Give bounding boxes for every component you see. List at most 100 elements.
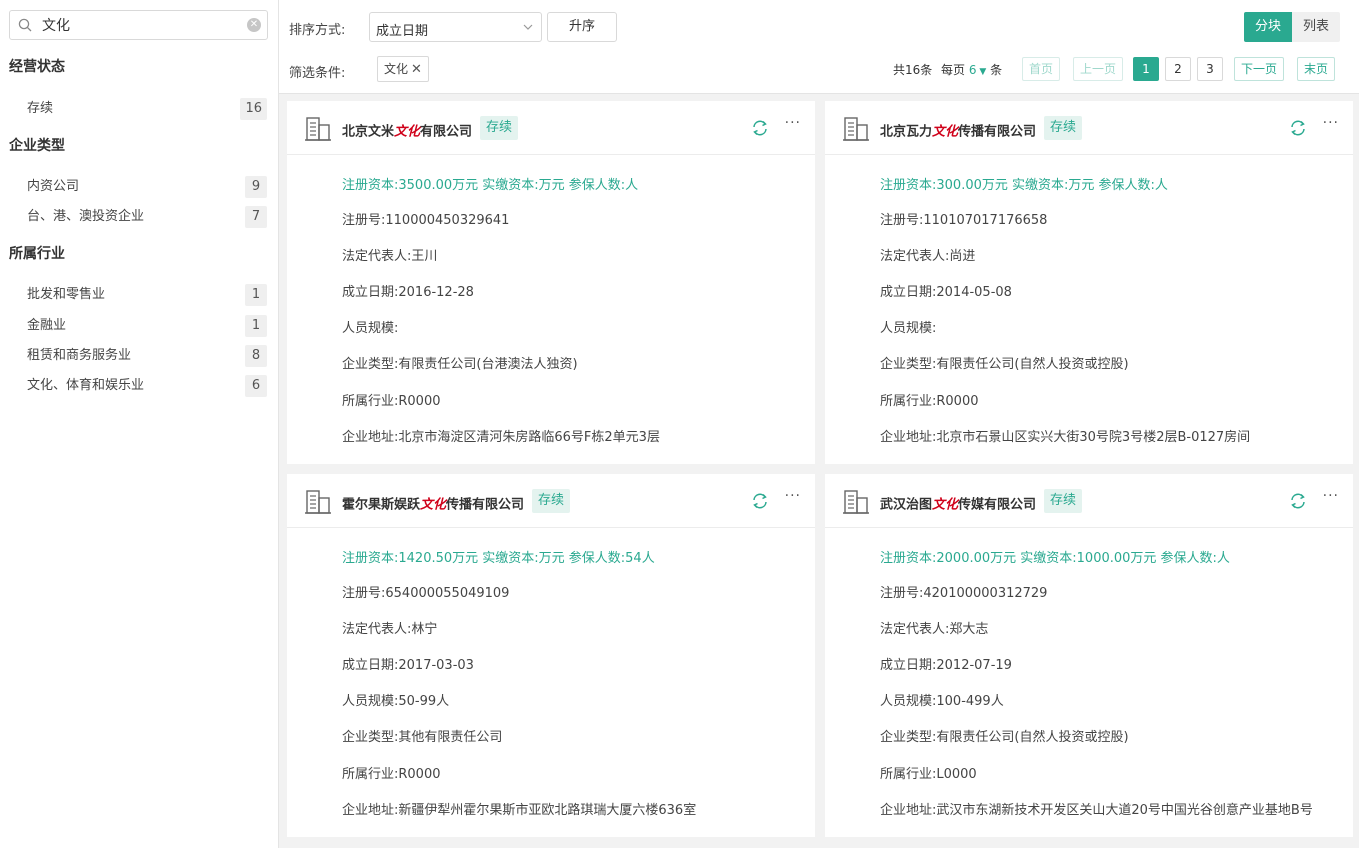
company-type: 企业类型:其他有限责任公司 bbox=[342, 730, 503, 745]
filter-item-wholesale[interactable]: 批发和零售业 1 bbox=[27, 284, 267, 306]
company-name-suffix: 传播有限公司 bbox=[958, 124, 1037, 140]
card-header: 霍尔果斯娱跃文化传播有限公司 存续 ··· bbox=[287, 474, 815, 528]
more-icon[interactable]: ··· bbox=[785, 488, 801, 504]
page-button-1[interactable]: 1 bbox=[1133, 57, 1159, 81]
filter-item-leasing[interactable]: 租赁和商务服务业 8 bbox=[27, 345, 267, 367]
filter-title-industry: 所属行业 bbox=[9, 246, 65, 262]
filter-item-label: 文化、体育和娱乐业 bbox=[27, 378, 145, 393]
filter-item-domestic[interactable]: 内资公司 9 bbox=[27, 176, 267, 198]
company-card[interactable]: 北京文米文化有限公司 存续 ··· 注册资本:3500.00万元 实缴资本:万元 … bbox=[287, 101, 815, 464]
per-page-selector[interactable]: 每页 6 ▼ 条 bbox=[941, 61, 1002, 78]
filter-item-culture[interactable]: 文化、体育和娱乐业 6 bbox=[27, 375, 267, 397]
filter-count-badge: 16 bbox=[240, 98, 267, 120]
filter-item-label: 内资公司 bbox=[27, 179, 80, 194]
filter-count-badge: 7 bbox=[245, 206, 267, 228]
company-name[interactable]: 北京文米文化有限公司 存续 bbox=[342, 116, 519, 144]
company-name[interactable]: 武汉治图文化传媒有限公司 存续 bbox=[880, 489, 1083, 517]
more-icon[interactable]: ··· bbox=[785, 115, 801, 131]
legal-representative: 法定代表人:林宁 bbox=[342, 622, 438, 637]
filter-item-label: 存续 bbox=[27, 101, 54, 116]
filter-item-label: 金融业 bbox=[27, 318, 67, 333]
clear-icon[interactable]: ✕ bbox=[247, 18, 261, 32]
company-name[interactable]: 霍尔果斯娱跃文化传播有限公司 存续 bbox=[342, 489, 571, 517]
status-badge: 存续 bbox=[532, 489, 571, 513]
sort-select[interactable]: 成立日期 bbox=[369, 12, 542, 42]
next-page-button[interactable]: 下一页 bbox=[1234, 57, 1284, 81]
filter-sidebar: 文化 ✕ 经营状态 存续 16 企业类型 内资公司 9 台、港、澳投资企业 7 … bbox=[0, 0, 279, 848]
filter-item-label: 批发和零售业 bbox=[27, 287, 106, 302]
refresh-icon[interactable] bbox=[1289, 492, 1307, 510]
industry-code: 所属行业:R0000 bbox=[342, 767, 441, 782]
filter-count-badge: 8 bbox=[245, 345, 267, 367]
company-name[interactable]: 北京瓦力文化传播有限公司 存续 bbox=[880, 116, 1083, 144]
capital-line: 注册资本:1420.50万元 实缴资本:万元 参保人数:54人 bbox=[342, 551, 655, 566]
first-page-button[interactable]: 首页 bbox=[1022, 57, 1060, 81]
filter-count-badge: 9 bbox=[245, 176, 267, 198]
search-icon bbox=[18, 18, 32, 32]
status-badge: 存续 bbox=[1044, 489, 1083, 513]
staff-size: 人员规模: bbox=[342, 321, 399, 336]
page-button-2[interactable]: 2 bbox=[1165, 57, 1191, 81]
search-input[interactable]: 文化 ✕ bbox=[9, 10, 268, 40]
close-icon[interactable]: ✕ bbox=[411, 62, 422, 77]
card-header: 北京文米文化有限公司 存续 ··· bbox=[287, 101, 815, 155]
company-card[interactable]: 霍尔果斯娱跃文化传播有限公司 存续 ··· 注册资本:1420.50万元 实缴资本… bbox=[287, 474, 815, 837]
status-badge: 存续 bbox=[480, 116, 519, 140]
caret-down-icon: ▼ bbox=[976, 67, 987, 77]
staff-size: 人员规模:100-499人 bbox=[880, 694, 1004, 709]
view-block-button[interactable]: 分块 bbox=[1244, 12, 1292, 42]
legal-representative: 法定代表人:尚进 bbox=[880, 249, 976, 264]
filter-item-label: 租赁和商务服务业 bbox=[27, 348, 132, 363]
registration-number: 注册号:110107017176658 bbox=[880, 213, 1048, 228]
order-button[interactable]: 升序 bbox=[547, 12, 617, 42]
filter-count-badge: 1 bbox=[245, 284, 267, 306]
filter-title-status: 经营状态 bbox=[9, 59, 65, 75]
capital-line: 注册资本:3500.00万元 实缴资本:万元 参保人数:人 bbox=[342, 178, 639, 193]
capital-line: 注册资本:2000.00万元 实缴资本:1000.00万元 参保人数:人 bbox=[880, 551, 1230, 566]
more-icon[interactable]: ··· bbox=[1323, 488, 1339, 504]
filter-item-label: 台、港、澳投资企业 bbox=[27, 209, 145, 224]
prev-page-button[interactable]: 上一页 bbox=[1073, 57, 1123, 81]
founded-date: 成立日期:2016-12-28 bbox=[342, 285, 474, 300]
page-button-3[interactable]: 3 bbox=[1197, 57, 1223, 81]
refresh-icon[interactable] bbox=[1289, 119, 1307, 137]
last-page-button[interactable]: 末页 bbox=[1297, 57, 1335, 81]
company-name-suffix: 传媒有限公司 bbox=[958, 497, 1037, 513]
total-count: 共16条 bbox=[893, 63, 933, 77]
building-icon bbox=[843, 117, 869, 141]
company-card[interactable]: 北京瓦力文化传播有限公司 存续 ··· 注册资本:300.00万元 实缴资本:万元… bbox=[825, 101, 1353, 464]
company-name-highlight: 文化 bbox=[394, 124, 421, 140]
founded-date: 成立日期:2017-03-03 bbox=[342, 658, 474, 673]
company-name-prefix: 霍尔果斯娱跃 bbox=[342, 497, 421, 513]
filter-count-badge: 1 bbox=[245, 315, 267, 337]
company-address: 企业地址:新疆伊犁州霍尔果斯市亚欧北路琪瑞大厦六楼636室 bbox=[342, 803, 697, 818]
more-icon[interactable]: ··· bbox=[1323, 115, 1339, 131]
capital-line: 注册资本:300.00万元 实缴资本:万元 参保人数:人 bbox=[880, 178, 1168, 193]
filter-item-active[interactable]: 存续 16 bbox=[27, 98, 267, 120]
filter-title-company-type: 企业类型 bbox=[9, 138, 65, 154]
building-icon bbox=[305, 490, 331, 514]
legal-representative: 法定代表人:王川 bbox=[342, 249, 438, 264]
filter-item-hk-tw-macao[interactable]: 台、港、澳投资企业 7 bbox=[27, 206, 267, 228]
results-grid: 北京文米文化有限公司 存续 ··· 注册资本:3500.00万元 实缴资本:万元 … bbox=[279, 94, 1359, 848]
refresh-icon[interactable] bbox=[751, 119, 769, 137]
filter-item-finance[interactable]: 金融业 1 bbox=[27, 315, 267, 337]
company-name-prefix: 北京文米 bbox=[342, 124, 395, 140]
company-card[interactable]: 武汉治图文化传媒有限公司 存续 ··· 注册资本:2000.00万元 实缴资本:1… bbox=[825, 474, 1353, 837]
building-icon bbox=[843, 490, 869, 514]
legal-representative: 法定代表人:郑大志 bbox=[880, 622, 989, 637]
view-toggle: 分块 列表 bbox=[1244, 12, 1341, 42]
staff-size: 人员规模: bbox=[880, 321, 937, 336]
industry-code: 所属行业:R0000 bbox=[342, 394, 441, 409]
company-address: 企业地址:北京市石景山区实兴大街30号院3号楼2层B-0127房间 bbox=[880, 430, 1251, 445]
per-page-prefix: 每页 bbox=[941, 63, 966, 77]
filter-count-badge: 6 bbox=[245, 375, 267, 397]
company-name-highlight: 文化 bbox=[932, 124, 959, 140]
view-list-button[interactable]: 列表 bbox=[1292, 12, 1340, 42]
industry-code: 所属行业:L0000 bbox=[880, 767, 977, 782]
registration-number: 注册号:420100000312729 bbox=[880, 586, 1048, 601]
registration-number: 注册号:110000450329641 bbox=[342, 213, 510, 228]
refresh-icon[interactable] bbox=[751, 492, 769, 510]
filter-tag[interactable]: 文化 ✕ bbox=[377, 56, 429, 82]
company-name-suffix: 有限公司 bbox=[420, 124, 473, 140]
